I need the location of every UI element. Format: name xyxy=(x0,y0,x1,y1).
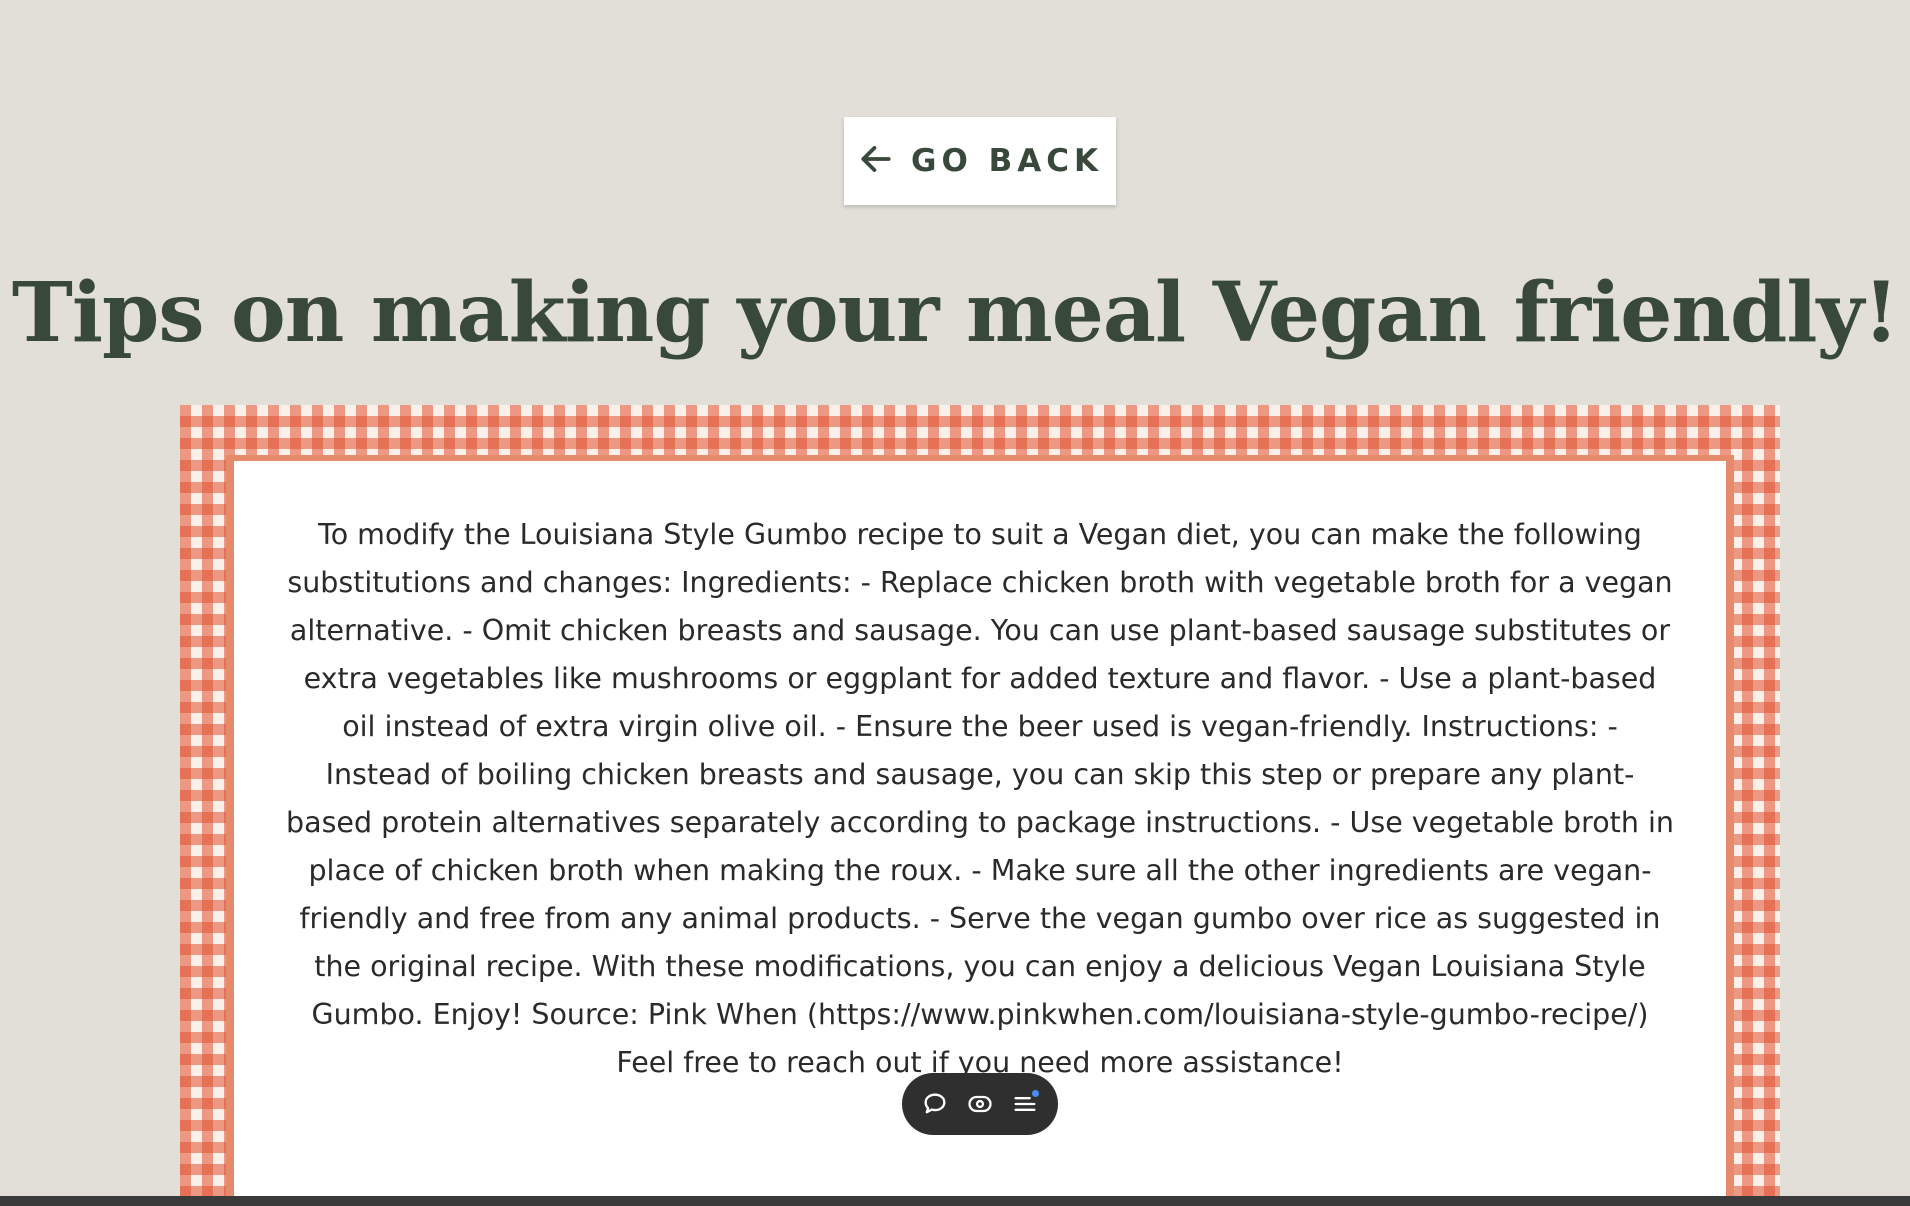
eye-icon[interactable] xyxy=(964,1088,996,1120)
arrow-left-icon xyxy=(857,140,895,182)
window-bottom-edge xyxy=(0,1196,1910,1206)
go-back-label: GO BACK xyxy=(911,143,1103,179)
go-back-button[interactable]: GO BACK xyxy=(844,117,1116,205)
page-title: Tips on making your meal Vegan friendly! xyxy=(11,265,1899,361)
floating-toolbar xyxy=(902,1073,1058,1135)
menu-icon[interactable] xyxy=(1009,1088,1041,1120)
tips-text: To modify the Louisiana Style Gumbo reci… xyxy=(286,518,1674,1079)
page: GO BACK Tips on making your meal Vegan f… xyxy=(0,0,1910,1206)
comment-icon[interactable] xyxy=(919,1088,951,1120)
